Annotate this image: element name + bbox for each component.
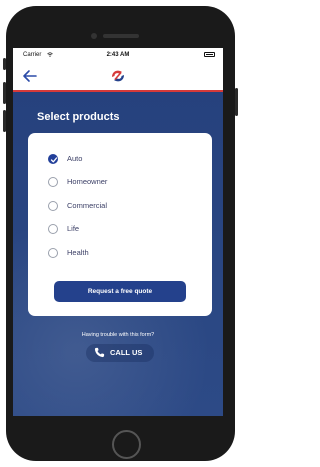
product-label: Auto <box>67 154 83 163</box>
product-option-health[interactable]: Health <box>48 247 198 261</box>
arrow-left-icon[interactable] <box>21 67 39 85</box>
radio-unchecked-icon[interactable] <box>48 177 58 187</box>
nav-bar <box>13 62 223 92</box>
product-selection-card: Auto Homeowner Commercial Life Health Re… <box>28 133 212 316</box>
volume-down-button <box>3 110 6 132</box>
product-option-commercial[interactable]: Commercial <box>48 200 198 214</box>
battery-icon <box>204 52 215 57</box>
status-bar: Carrier 2:43 AM <box>13 48 223 62</box>
status-time: 2:43 AM <box>106 52 130 58</box>
home-button[interactable] <box>112 430 141 459</box>
volume-up-button <box>3 82 6 104</box>
power-button <box>235 88 238 116</box>
earpiece-speaker <box>103 34 139 38</box>
product-label: Life <box>67 224 80 233</box>
product-option-homeowner[interactable]: Homeowner <box>48 176 198 190</box>
mute-switch <box>3 58 6 70</box>
radio-unchecked-icon[interactable] <box>48 248 58 258</box>
product-option-life[interactable]: Life <box>48 223 198 237</box>
radio-unchecked-icon[interactable] <box>48 224 58 234</box>
brand-logo <box>109 67 127 85</box>
product-option-auto[interactable]: Auto <box>48 153 198 167</box>
page-title: Select products <box>37 111 120 123</box>
front-camera <box>91 33 97 39</box>
app-screen: Carrier 2:43 AM Select products Auto Hom… <box>13 48 223 416</box>
radio-unchecked-icon[interactable] <box>48 201 58 211</box>
call-us-button[interactable]: CALL US <box>86 344 154 362</box>
help-text: Having trouble with this form? <box>81 332 155 338</box>
product-label: Homeowner <box>67 177 108 186</box>
product-label: Commercial <box>67 201 108 210</box>
product-label: Health <box>67 248 89 257</box>
checkbox-checked-icon[interactable] <box>48 154 58 164</box>
phone-icon <box>94 347 105 358</box>
call-us-label: CALL US <box>110 348 143 357</box>
request-quote-button[interactable]: Request a free quote <box>54 281 186 302</box>
